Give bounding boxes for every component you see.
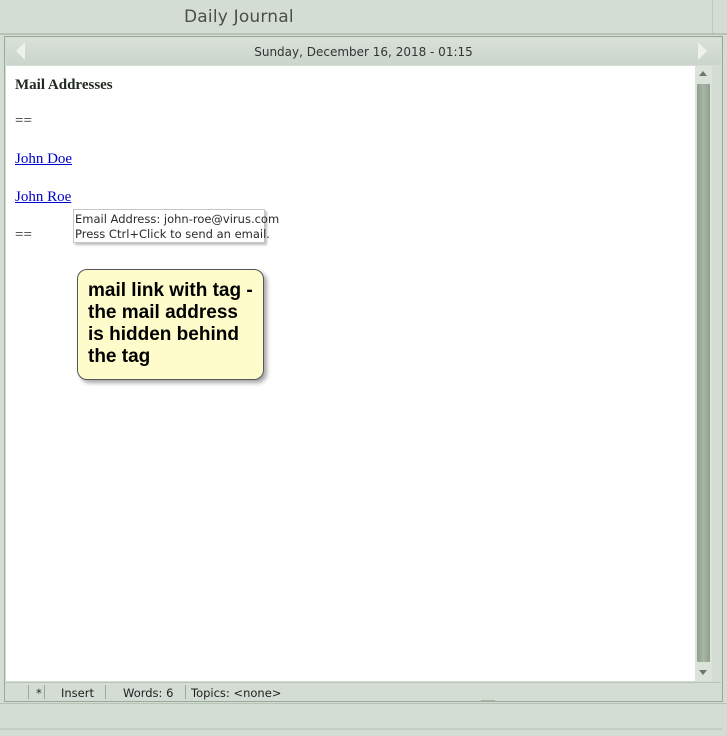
status-bar: * Insert Words: 6 Topics: <none> <box>6 682 721 701</box>
callout-line: the mail address <box>88 302 238 323</box>
status-separator <box>28 685 29 699</box>
window-title: Daily Journal <box>184 7 294 27</box>
next-day-arrow-icon[interactable] <box>698 42 707 60</box>
callout-line: the tag <box>88 346 151 367</box>
tooltip-hint-line: Press Ctrl+Click to send an email. <box>75 227 270 241</box>
vertical-scrollbar[interactable] <box>695 66 712 681</box>
date-navigation-bar: Sunday, December 16, 2018 - 01:15 <box>6 38 721 65</box>
status-separator <box>105 685 106 699</box>
window-bottom-frame <box>0 703 727 736</box>
journal-editor[interactable]: Mail Addresses == John Doe John Roe == E… <box>6 66 695 681</box>
mail-link-john-roe[interactable]: John Roe <box>15 189 71 206</box>
modified-indicator: * <box>36 686 42 700</box>
separator-top: == <box>15 113 32 129</box>
mail-link-john-doe[interactable]: John Doe <box>15 151 72 168</box>
annotation-callout: mail link with tag - the mail address is… <box>77 269 264 380</box>
status-separator <box>185 685 186 699</box>
entry-date: Sunday, December 16, 2018 - 01:15 <box>254 45 473 59</box>
title-frame-line <box>0 33 727 35</box>
bottom-frame-line <box>0 728 722 730</box>
title-divider <box>712 0 713 35</box>
entry-heading: Mail Addresses <box>15 77 113 93</box>
separator-bottom: == <box>15 227 32 243</box>
insert-mode-indicator[interactable]: Insert <box>61 686 94 700</box>
scroll-down-arrow-icon[interactable] <box>695 664 712 681</box>
journal-panel: Sunday, December 16, 2018 - 01:15 Mail A… <box>4 36 723 702</box>
panel-right-frame <box>713 66 721 681</box>
title-bar: Daily Journal <box>0 0 727 35</box>
scroll-up-arrow-icon[interactable] <box>695 66 712 83</box>
callout-line: is hidden behind <box>88 324 239 345</box>
resize-grip[interactable] <box>481 700 495 701</box>
status-separator <box>44 685 45 699</box>
tooltip-email-line: Email Address: john-roe@virus.com <box>75 212 280 226</box>
word-count: Words: 6 <box>123 686 174 700</box>
mail-link-tooltip: Email Address: john-roe@virus.com Press … <box>73 209 280 243</box>
callout-line: mail link with tag - <box>88 280 253 301</box>
scroll-thumb[interactable] <box>697 84 710 662</box>
topics-indicator[interactable]: Topics: <none> <box>191 686 281 700</box>
